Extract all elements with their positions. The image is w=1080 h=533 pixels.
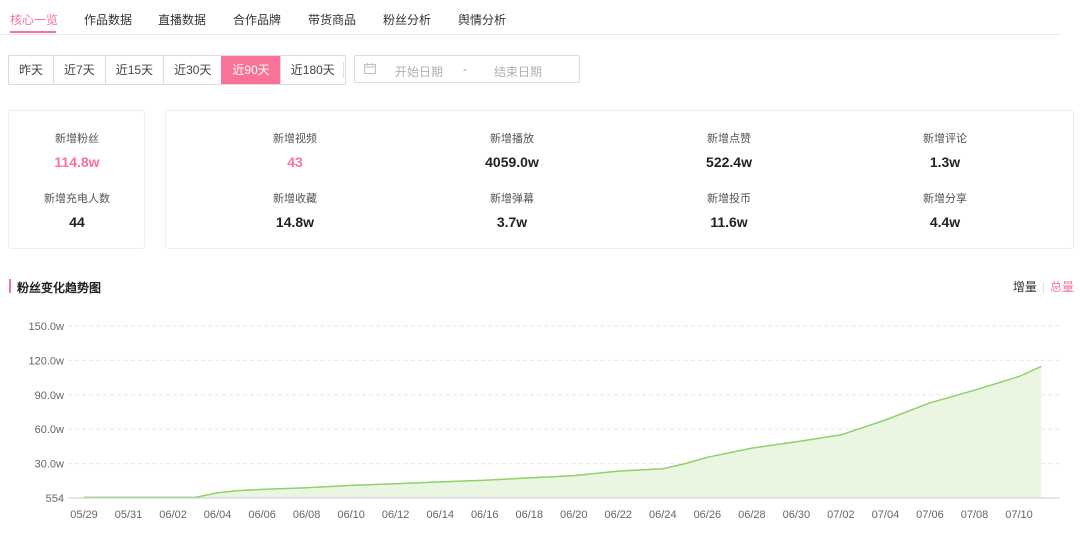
date-range-selector: 昨天 近7天 近15天 近30天 近90天 近180天 — [8, 55, 346, 85]
range-30d-button[interactable]: 近30天 — [163, 56, 221, 84]
toggle-separator: | — [1041, 280, 1045, 294]
x-tick-label: 06/20 — [560, 509, 588, 521]
x-tick-label: 06/26 — [694, 509, 722, 521]
y-tick-label: 60.0w — [35, 424, 64, 436]
stat-value: 114.8w — [54, 154, 100, 170]
stat-label: 新增分享 — [923, 193, 967, 205]
stat-label: 新增充电人数 — [44, 193, 110, 205]
stat-label: 新增收藏 — [273, 193, 317, 205]
toggle-increment[interactable]: 增量 — [1013, 280, 1037, 294]
stat-value: 14.8w — [275, 214, 315, 230]
stat-value: 3.7w — [496, 214, 528, 230]
active-tab-indicator — [10, 31, 56, 33]
stat-label: 新增评论 — [923, 133, 967, 145]
y-tick-label: 120.0w — [29, 355, 65, 367]
y-axis: 554 30.0w 60.0w 90.0w 120.0w 150.0w — [29, 321, 65, 505]
stat-value: 522.4w — [706, 154, 752, 170]
stat-new-chargers: 新增充电人数 44 — [2, 192, 152, 230]
stat-value: 1.3w — [929, 154, 961, 170]
x-tick-label: 06/18 — [515, 509, 543, 521]
fans-trend-chart: 554 30.0w 60.0w 90.0w 120.0w 150.0w 05/29 05/3… — [29, 321, 1060, 521]
stat-new-videos: 新增视频 43 — [220, 132, 370, 170]
x-tick-label: 07/04 — [872, 509, 900, 521]
range-yesterday-button[interactable]: 昨天 — [9, 56, 53, 84]
start-date-input[interactable]: 开始日期 — [395, 63, 443, 80]
x-tick-label: 07/08 — [961, 509, 989, 521]
x-tick-label: 05/31 — [115, 509, 143, 521]
x-tick-label: 06/10 — [337, 509, 365, 521]
x-tick-label: 06/04 — [204, 509, 232, 521]
content-summary-card: 新增视频 43 新增播放 4059.0w 新增点赞 522.4w 新增评论 1.… — [165, 110, 1074, 249]
x-tick-label: 07/10 — [1005, 509, 1033, 521]
stat-new-comments: 新增评论 1.3w — [870, 132, 1020, 170]
stat-label: 新增弹幕 — [490, 193, 534, 205]
end-date-input[interactable]: 结束日期 — [494, 63, 542, 80]
stat-value: 11.6w — [710, 214, 748, 230]
x-tick-label: 06/16 — [471, 509, 499, 521]
x-tick-label: 07/06 — [916, 509, 944, 521]
tab-works-data[interactable]: 作品数据 — [84, 11, 132, 28]
stat-new-favorites: 新增收藏 14.8w — [220, 192, 370, 230]
x-tick-label: 05/29 — [70, 509, 98, 521]
x-tick-label: 06/08 — [293, 509, 321, 521]
range-90d-button[interactable]: 近90天 — [221, 56, 280, 84]
stat-new-shares: 新增分享 4.4w — [870, 192, 1020, 230]
date-separator: - — [463, 62, 467, 76]
x-tick-label: 06/14 — [426, 509, 454, 521]
fans-summary-card: 新增粉丝 114.8w 新增充电人数 44 — [8, 110, 145, 249]
tab-live-data[interactable]: 直播数据 — [158, 11, 206, 28]
x-tick-label: 06/24 — [649, 509, 677, 521]
x-axis: 05/29 05/31 06/02 06/04 06/06 06/08 06/10 06/12… — [70, 509, 1033, 521]
stat-new-likes: 新增点赞 522.4w — [654, 132, 804, 170]
calendar-icon — [364, 63, 376, 74]
x-tick-label: 06/30 — [783, 509, 811, 521]
x-tick-label: 06/28 — [738, 509, 766, 521]
stat-value: 4059.0w — [485, 154, 539, 170]
stat-label: 新增播放 — [490, 133, 534, 145]
x-tick-label: 07/02 — [827, 509, 855, 521]
stat-new-danmaku: 新增弹幕 3.7w — [437, 192, 587, 230]
toggle-total[interactable]: 总量 — [1050, 280, 1074, 294]
y-tick-label: 30.0w — [35, 459, 64, 471]
tab-brands[interactable]: 合作品牌 — [233, 11, 281, 28]
stat-new-coins: 新增投币 11.6w — [654, 192, 804, 230]
stat-new-plays: 新增播放 4059.0w — [437, 132, 587, 170]
tab-fans-analysis[interactable]: 粉丝分析 — [383, 11, 431, 28]
section-title: 粉丝变化趋势图 — [17, 281, 102, 295]
stat-label: 新增粉丝 — [55, 133, 99, 145]
increment-total-toggle: 增量 | 总量 — [1013, 278, 1074, 295]
stat-label: 新增投币 — [707, 193, 751, 205]
tab-overview[interactable]: 核心一览 — [10, 11, 58, 28]
y-tick-label: 90.0w — [35, 390, 64, 402]
stat-value: 44 — [69, 214, 85, 230]
section-marker — [9, 279, 11, 293]
stat-label: 新增点赞 — [707, 133, 751, 145]
range-15d-button[interactable]: 近15天 — [104, 56, 163, 84]
x-tick-label: 06/02 — [159, 509, 187, 521]
y-tick-label: 554 — [46, 493, 64, 505]
stat-new-fans: 新增粉丝 114.8w — [2, 132, 152, 170]
date-range-picker[interactable]: 开始日期 - 结束日期 — [354, 55, 580, 83]
stat-value: 43 — [287, 154, 303, 170]
tab-products[interactable]: 带货商品 — [308, 11, 356, 28]
range-180d-button[interactable]: 近180天 — [279, 56, 345, 84]
x-tick-label: 06/12 — [382, 509, 410, 521]
divider — [343, 62, 344, 78]
y-tick-label: 150.0w — [29, 321, 65, 333]
stat-label: 新增视频 — [273, 133, 317, 145]
x-tick-label: 06/06 — [248, 509, 276, 521]
range-7d-button[interactable]: 近7天 — [53, 56, 105, 84]
stat-value: 4.4w — [929, 214, 961, 230]
top-tab-bar: 核心一览 作品数据 直播数据 合作品牌 带货商品 粉丝分析 舆情分析 — [0, 0, 1062, 35]
x-tick-label: 06/22 — [605, 509, 633, 521]
tab-sentiment-analysis[interactable]: 舆情分析 — [458, 11, 506, 28]
fans-area-fill — [84, 366, 1042, 498]
